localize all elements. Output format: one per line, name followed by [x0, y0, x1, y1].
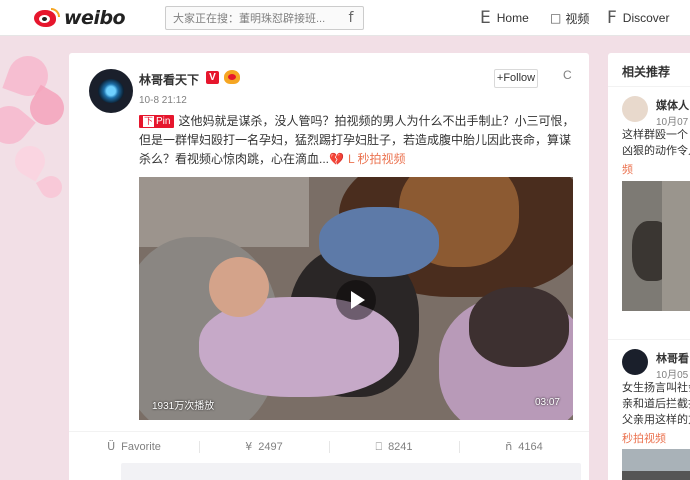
- top-navigation-bar: weibo 大家正在搜：董明珠怼辟接班... f E Home □ 视频 F D…: [0, 0, 690, 36]
- pin-badge: 下 Pin: [139, 115, 175, 128]
- video-player[interactable]: 1931万次播放 03:07: [139, 177, 573, 420]
- avatar[interactable]: [622, 96, 648, 122]
- post-username[interactable]: 林哥看天下: [139, 71, 199, 88]
- sidebar-item-name[interactable]: 林哥看: [656, 350, 689, 366]
- nav-discover-label: Discover: [622, 11, 670, 25]
- repost-count: 2497: [258, 440, 283, 453]
- nav-discover[interactable]: F Discover: [607, 6, 669, 30]
- sidebar-title: 相关推荐: [622, 65, 671, 79]
- sidebar-item-time[interactable]: 10月05: [656, 366, 688, 381]
- sidebar-item-thumbnail[interactable]: [622, 449, 690, 480]
- nav-video-label: 视频: [565, 11, 590, 26]
- search-icon[interactable]: f: [339, 10, 363, 26]
- divider: [608, 86, 690, 87]
- comment-input-area[interactable]: [121, 463, 581, 480]
- search-input[interactable]: 大家正在搜：董明珠怼辟接班...: [173, 10, 339, 26]
- favorite-icon: Ü: [107, 440, 116, 453]
- repost-icon: ¥: [245, 440, 253, 453]
- like-icon: ñ: [505, 440, 513, 453]
- nav-video[interactable]: □ 视频: [550, 6, 589, 30]
- weibo-post-card: 林哥看天下 V +Follow C 10-8 21:12 下 Pin 这他妈就是谋杀…: [69, 53, 589, 480]
- background-blossom-decoration: [0, 36, 71, 216]
- related-recommendations-panel: 相关推荐 媒体人 10月07 这样群殴一个 凶狠的动作令人 频 林哥看 10月0…: [608, 53, 690, 480]
- sidebar-item-text: 父亲用这样的方: [622, 414, 690, 426]
- video-duration: 03:07: [534, 397, 560, 408]
- video-view-count: 1931万次播放: [152, 401, 215, 412]
- sidebar-item-link[interactable]: 秒拍视频: [622, 430, 666, 446]
- post-action-bar: Ü Favorite ¥ 2497 ⎕ 8241 ñ 4164: [69, 431, 589, 461]
- avatar[interactable]: [622, 349, 648, 375]
- vip-icon: [224, 70, 240, 84]
- sidebar-item-text: 女生扬言叫社会: [622, 382, 690, 394]
- favorite-button[interactable]: Ü Favorite: [69, 432, 199, 461]
- discover-icon: F: [607, 8, 617, 28]
- sidebar-item-time[interactable]: 10月07: [656, 113, 688, 128]
- weibo-eye-logo-icon: [34, 7, 60, 28]
- favorite-label: Favorite: [121, 440, 161, 453]
- sidebar-item-name[interactable]: 媒体人: [656, 97, 689, 113]
- like-button[interactable]: ñ 4164: [459, 432, 589, 461]
- video-link[interactable]: L 秒拍视频: [348, 152, 406, 166]
- home-icon: E: [480, 8, 491, 28]
- follow-button[interactable]: +Follow: [494, 69, 538, 88]
- weibo-logo[interactable]: weibo: [34, 6, 126, 29]
- video-icon: □: [550, 11, 562, 25]
- sidebar-item-text: 这样群殴一个: [622, 129, 688, 141]
- more-options-icon[interactable]: C: [563, 68, 572, 82]
- divider: [608, 339, 690, 340]
- comment-icon: ⎕: [375, 439, 383, 453]
- pin-label: Pin: [156, 116, 171, 127]
- pin-icon: 下: [143, 116, 155, 127]
- post-content: 下 Pin 这他妈就是谋杀，没人管吗？拍视频的男人为什么不出手制止？小三可恨，但是一…: [139, 112, 577, 169]
- verified-icon: V: [206, 71, 219, 84]
- like-count: 4164: [518, 440, 543, 453]
- sidebar-item-link[interactable]: 频: [622, 161, 633, 177]
- nav-home-label: Home: [496, 11, 529, 25]
- repost-button[interactable]: ¥ 2497: [199, 432, 329, 461]
- nav-home[interactable]: E Home: [480, 6, 529, 30]
- avatar[interactable]: [89, 69, 133, 113]
- comment-count: 8241: [388, 440, 413, 453]
- sidebar-item-thumbnail[interactable]: [622, 181, 690, 311]
- comment-button[interactable]: ⎕ 8241: [329, 432, 459, 461]
- logo-text: weibo: [64, 6, 126, 29]
- broken-heart-emoji-icon: 💔: [329, 152, 344, 166]
- search-box[interactable]: 大家正在搜：董明珠怼辟接班... f: [165, 6, 364, 30]
- sidebar-item-text: 凶狠的动作令人: [622, 145, 690, 157]
- post-timestamp[interactable]: 10-8 21:12: [139, 95, 187, 106]
- sidebar-item-text: 亲和道后拦截打: [622, 398, 690, 410]
- play-icon[interactable]: [336, 280, 376, 320]
